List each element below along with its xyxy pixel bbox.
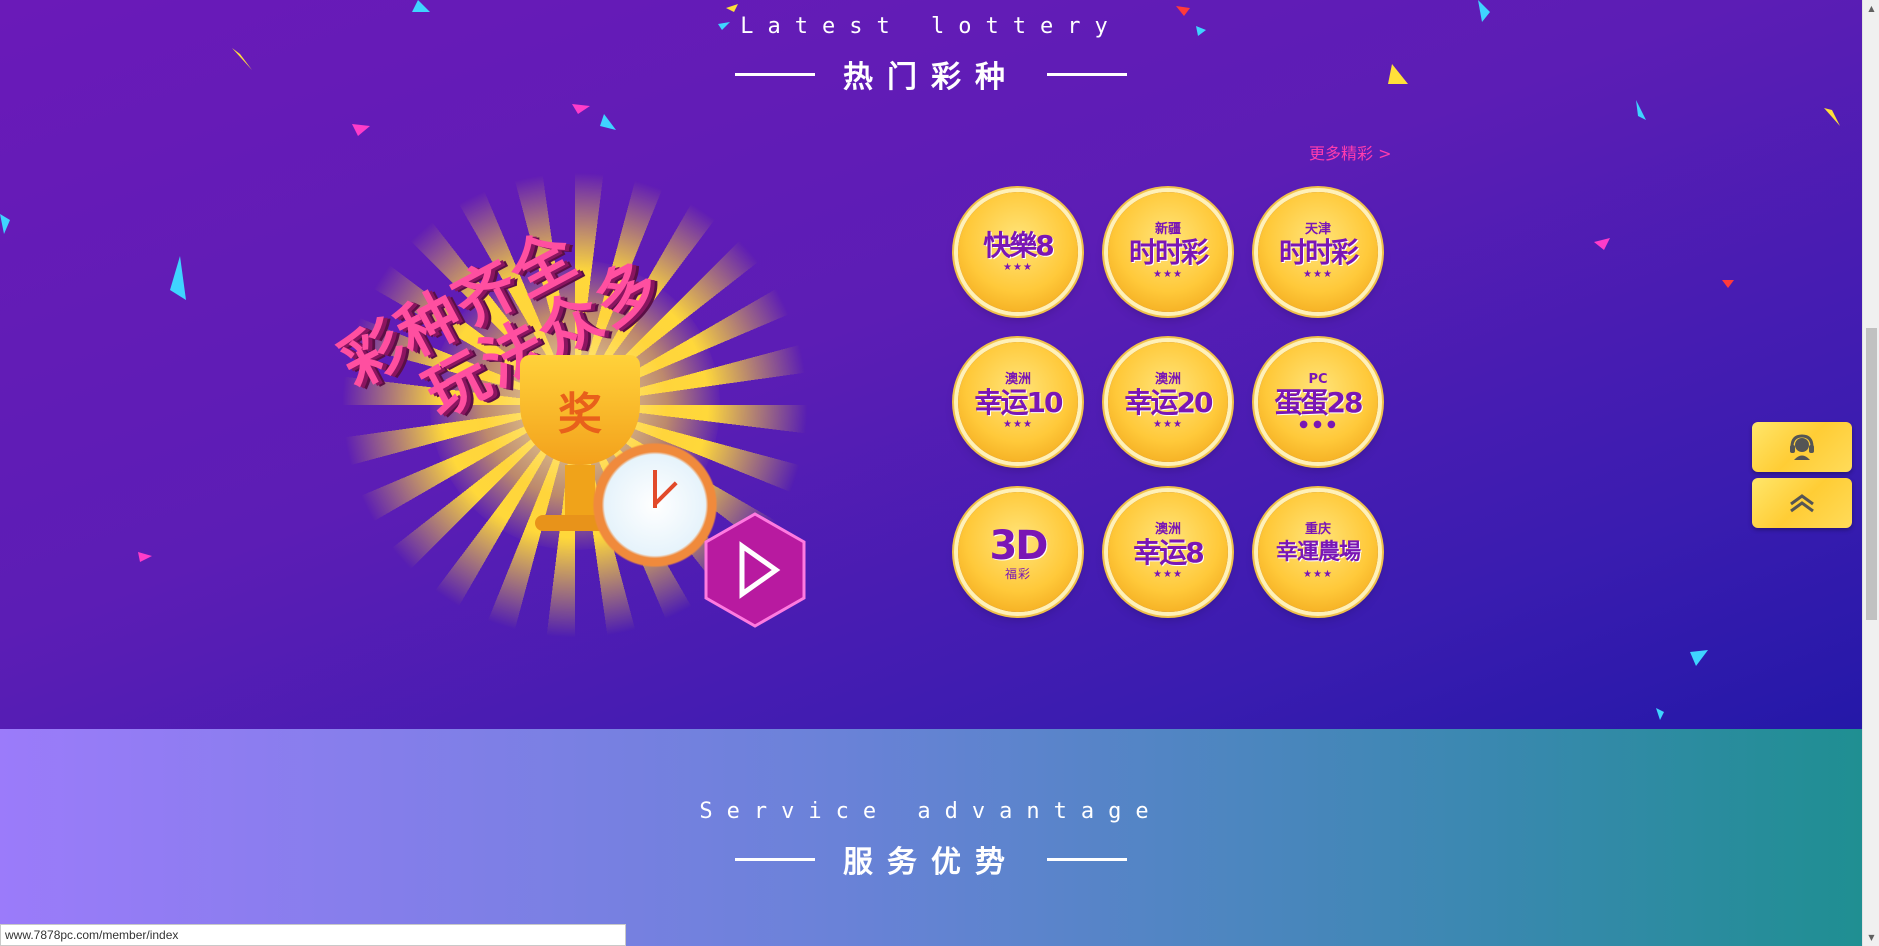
game-name: 幸運農場	[1275, 540, 1361, 565]
service-section: Service advantage 服务优势	[0, 729, 1862, 946]
game-region: 澳洲	[1154, 372, 1181, 387]
game-name: 3D	[989, 523, 1048, 569]
game-chongqing-farm[interactable]: 重庆 幸運農場 ★★★	[1258, 492, 1378, 612]
service-title-cn: 服务优势	[843, 845, 1019, 880]
game-name: 蛋蛋28	[1274, 386, 1364, 419]
lottery-games-grid: 快樂8 ★★★ 新疆 时时彩 ★★★ 天津 时时彩 ★★★ 澳洲 幸运10 ★★…	[958, 192, 1388, 612]
game-region: 澳洲	[1154, 522, 1181, 537]
customer-service-button[interactable]	[1752, 422, 1852, 472]
play-icon[interactable]	[700, 510, 810, 630]
confetti-decoration	[0, 0, 1840, 720]
clock-hand-minute	[653, 481, 678, 506]
vertical-scrollbar[interactable]: ▲ ▼	[1862, 0, 1879, 946]
game-stars: ★★★	[1003, 419, 1033, 430]
game-name: 幸运8	[1133, 536, 1204, 569]
game-name: 幸运20	[1124, 386, 1214, 419]
page: Latest lottery 热门彩种 更多精彩 > 彩种齐全 玩法众多 奖 快…	[0, 0, 1879, 946]
title-divider-right	[1047, 72, 1127, 76]
scroll-up-arrow-icon[interactable]: ▲	[1863, 0, 1879, 17]
scroll-down-arrow-icon[interactable]: ▼	[1863, 929, 1879, 946]
game-kuaile8[interactable]: 快樂8 ★★★	[958, 192, 1078, 312]
game-name: 时时彩	[1128, 236, 1209, 269]
scrollbar-thumb[interactable]	[1866, 328, 1877, 620]
game-name: 快樂8	[983, 229, 1054, 262]
game-region: 澳洲	[1004, 372, 1031, 387]
lottery-title-cn: 热门彩种	[843, 60, 1019, 95]
lottery-section: Latest lottery 热门彩种 更多精彩 > 彩种齐全 玩法众多 奖 快…	[0, 0, 1862, 729]
game-stars: ★★★	[1003, 262, 1033, 273]
game-label: 福彩	[1004, 567, 1031, 581]
game-region: 天津	[1304, 222, 1331, 237]
game-stars: ★★★	[1303, 269, 1333, 280]
game-region: PC	[1308, 372, 1328, 387]
game-region: 重庆	[1304, 522, 1331, 537]
game-stars: ★★★	[1153, 419, 1183, 430]
title-divider-left	[735, 72, 815, 76]
game-aus-lucky20[interactable]: 澳洲 幸运20 ★★★	[1108, 342, 1228, 462]
game-stars: ● ● ●	[1299, 419, 1337, 430]
game-stars: ★★★	[1303, 569, 1333, 580]
service-title-row: 服务优势	[0, 837, 1862, 881]
lottery-title-en: Latest lottery	[740, 14, 1122, 39]
double-chevron-up-icon	[1790, 494, 1814, 513]
lottery-title-row: 热门彩种	[0, 52, 1862, 96]
title-divider-right	[1047, 857, 1127, 861]
game-aus-lucky8[interactable]: 澳洲 幸运8 ★★★	[1108, 492, 1228, 612]
back-to-top-button[interactable]	[1752, 478, 1852, 528]
more-games-link[interactable]: 更多精彩 >	[1309, 140, 1392, 164]
game-stars: ★★★	[1153, 269, 1183, 280]
game-tianjin-ssc[interactable]: 天津 时时彩 ★★★	[1258, 192, 1378, 312]
game-xinjiang-ssc[interactable]: 新疆 时时彩 ★★★	[1108, 192, 1228, 312]
game-region: 新疆	[1154, 222, 1181, 237]
status-bar-url: www.7878pc.com/member/index	[0, 924, 626, 946]
game-pc-dandan28[interactable]: PC 蛋蛋28 ● ● ●	[1258, 342, 1378, 462]
promo-banner[interactable]: 彩种齐全 玩法众多 奖	[300, 110, 860, 670]
game-name: 时时彩	[1278, 236, 1359, 269]
game-stars: ★★★	[1153, 569, 1183, 580]
game-fucai-3d[interactable]: 3D 福彩	[958, 492, 1078, 612]
service-title-en: Service advantage	[699, 799, 1163, 824]
game-aus-lucky10[interactable]: 澳洲 幸运10 ★★★	[958, 342, 1078, 462]
game-name: 幸运10	[974, 386, 1064, 419]
title-divider-left	[735, 857, 815, 861]
customer-service-icon	[1790, 434, 1814, 460]
